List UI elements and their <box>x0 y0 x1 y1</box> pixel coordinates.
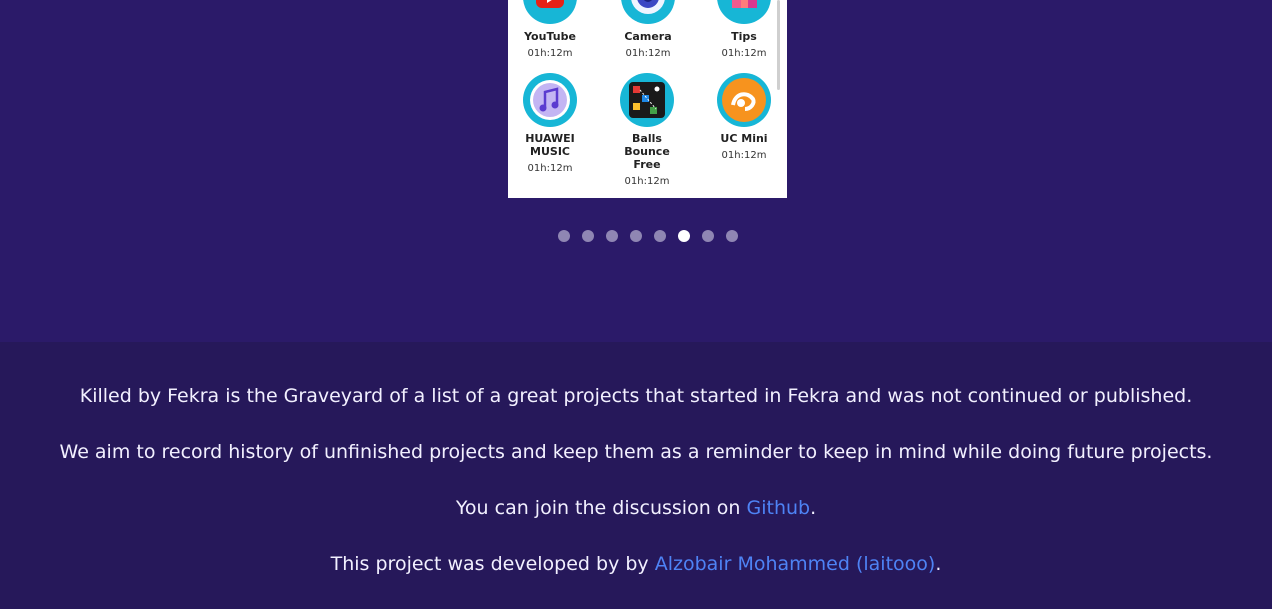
carousel-slide-screenshot: YouTube 01h:12m Camera 01h:12m Tips 01h:… <box>508 0 787 198</box>
app-time: 01h:12m <box>721 48 767 59</box>
app-time: 01h:12m <box>721 150 767 161</box>
app-name: Tips <box>731 30 757 43</box>
carousel-section: YouTube 01h:12m Camera 01h:12m Tips 01h:… <box>0 0 1272 342</box>
app-name: MUSIC <box>530 145 570 158</box>
app-name: Free <box>633 158 661 171</box>
carousel-dot[interactable] <box>726 230 738 242</box>
app-name: UC Mini <box>720 132 768 145</box>
footer-discussion: You can join the discussion on Github. <box>0 496 1272 520</box>
app-time: 01h:12m <box>624 176 670 187</box>
carousel-dot[interactable] <box>702 230 714 242</box>
app-time: 01h:12m <box>527 48 573 59</box>
app-name: Camera <box>624 30 672 43</box>
carousel-dot-active[interactable] <box>678 230 690 242</box>
carousel-dot[interactable] <box>630 230 642 242</box>
app-name: YouTube <box>524 30 576 43</box>
footer-credits-prefix: This project was developed by by <box>330 553 655 575</box>
app-name: Bounce <box>624 145 670 158</box>
app-name: HUAWEI <box>525 132 575 145</box>
music-icon <box>523 73 577 127</box>
balls-bounce-icon <box>620 73 674 127</box>
carousel-dot[interactable] <box>606 230 618 242</box>
carousel-dot[interactable] <box>654 230 666 242</box>
footer: Killed by Fekra is the Graveyard of a li… <box>0 342 1272 609</box>
scrollbar <box>777 0 780 90</box>
carousel-dot[interactable] <box>582 230 594 242</box>
github-link[interactable]: Github <box>747 497 811 519</box>
app-name: Balls <box>632 132 662 145</box>
footer-credits-suffix: . <box>935 553 942 575</box>
uc-mini-icon <box>717 73 771 127</box>
tips-icon <box>717 0 771 24</box>
footer-discussion-prefix: You can join the discussion on <box>455 497 747 519</box>
youtube-icon <box>523 0 577 24</box>
camera-icon <box>621 0 675 24</box>
footer-discussion-suffix: . <box>810 497 817 519</box>
carousel-dot[interactable] <box>558 230 570 242</box>
footer-aim: We aim to record history of unfinished p… <box>59 441 1213 463</box>
footer-description: Killed by Fekra is the Graveyard of a li… <box>79 385 1193 407</box>
footer-credits: This project was developed by by Alzobai… <box>0 552 1272 576</box>
app-time: 01h:12m <box>527 163 573 174</box>
app-time: 01h:12m <box>625 48 671 59</box>
author-link[interactable]: Alzobair Mohammed (laitooo) <box>655 553 936 575</box>
